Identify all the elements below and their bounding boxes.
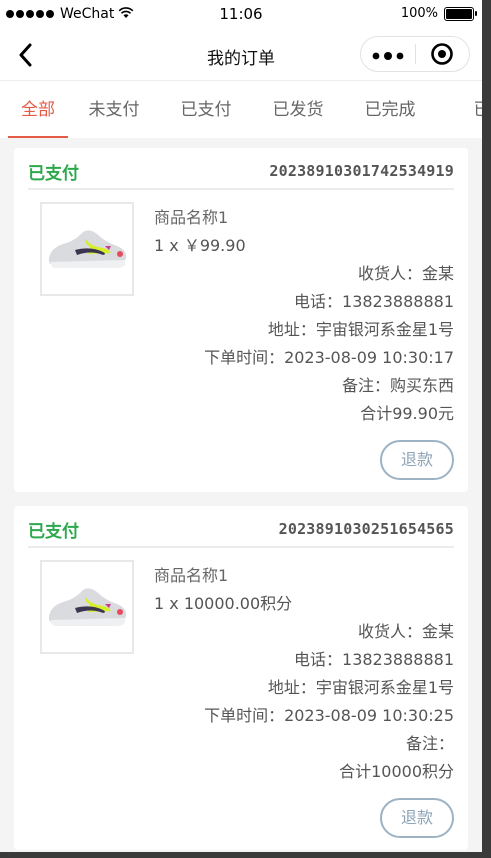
order-total: 合计10000积分 [339, 762, 454, 781]
note: 备注：购买东西 [341, 376, 454, 395]
tab-unpaid[interactable]: 未支付 [68, 81, 160, 138]
refund-button[interactable]: 退款 [380, 440, 454, 480]
order-actions: 退款 [28, 440, 454, 480]
target-close-icon [431, 43, 454, 65]
order-card-header: 已支付 20238910301742534919 [28, 158, 454, 190]
refund-button[interactable]: 退款 [380, 798, 454, 838]
product-name: 商品名称1 [154, 566, 229, 585]
mini-program-capsule [360, 36, 470, 72]
order-card: 已支付 2023891030251654565 商品名称1 1 x 10000.… [14, 506, 468, 850]
battery-percent: 100% [400, 6, 438, 21]
product-thumbnail[interactable] [40, 202, 134, 296]
sneaker-image-icon [48, 588, 127, 626]
navigation-bar: 我的订单 [0, 30, 482, 80]
order-actions: 退款 [28, 798, 454, 838]
order-status: 已支付 [28, 163, 79, 184]
order-card-header: 已支付 2023891030251654565 [28, 516, 454, 548]
more-options-button[interactable] [361, 36, 415, 72]
product-thumbnail[interactable] [40, 560, 134, 654]
battery-icon [444, 6, 477, 21]
order-card: 已支付 20238910301742534919 商品名称1 1 x ￥99.9… [14, 148, 468, 492]
order-status-tabs: 全部 未支付 已支付 已发货 已完成 已 [0, 80, 482, 138]
product-quantity-price: 1 x ￥99.90 [154, 236, 246, 255]
product-info: 商品名称1 1 x ￥99.90 [154, 202, 246, 296]
phone-screen: WeChat 11:06 100% 我的订单 全部 未支付 已支付 已发货 已完… [0, 0, 482, 852]
sneaker-image-icon [48, 230, 127, 268]
address: 地址：宇宙银河系金星1号 [267, 320, 454, 339]
product-quantity-price: 1 x 10000.00积分 [154, 594, 293, 613]
address: 地址：宇宙银河系金星1号 [267, 678, 454, 697]
tab-shipped[interactable]: 已发货 [252, 81, 344, 138]
tab-completed[interactable]: 已完成 [344, 81, 436, 138]
tab-overflow[interactable]: 已 [436, 81, 483, 138]
more-dots-icon [372, 52, 404, 60]
tab-all[interactable]: 全部 [8, 81, 68, 138]
order-time: 下单时间：2023-08-09 10:30:25 [204, 706, 454, 725]
order-number: 20238910301742534919 [269, 162, 454, 180]
tab-paid[interactable]: 已支付 [160, 81, 252, 138]
battery-indicator: 100% [400, 6, 477, 21]
product-info: 商品名称1 1 x 10000.00积分 [154, 560, 292, 654]
note: 备注： [405, 734, 454, 753]
order-total: 合计99.90元 [360, 404, 454, 423]
status-bar: WeChat 11:06 100% [0, 0, 482, 30]
order-time: 下单时间：2023-08-09 10:30:17 [204, 348, 454, 367]
order-number: 2023891030251654565 [278, 520, 454, 538]
close-mini-program-button[interactable] [416, 42, 470, 66]
product-name: 商品名称1 [154, 208, 229, 227]
order-status: 已支付 [28, 521, 79, 542]
order-list: 已支付 20238910301742534919 商品名称1 1 x ￥99.9… [0, 138, 482, 850]
